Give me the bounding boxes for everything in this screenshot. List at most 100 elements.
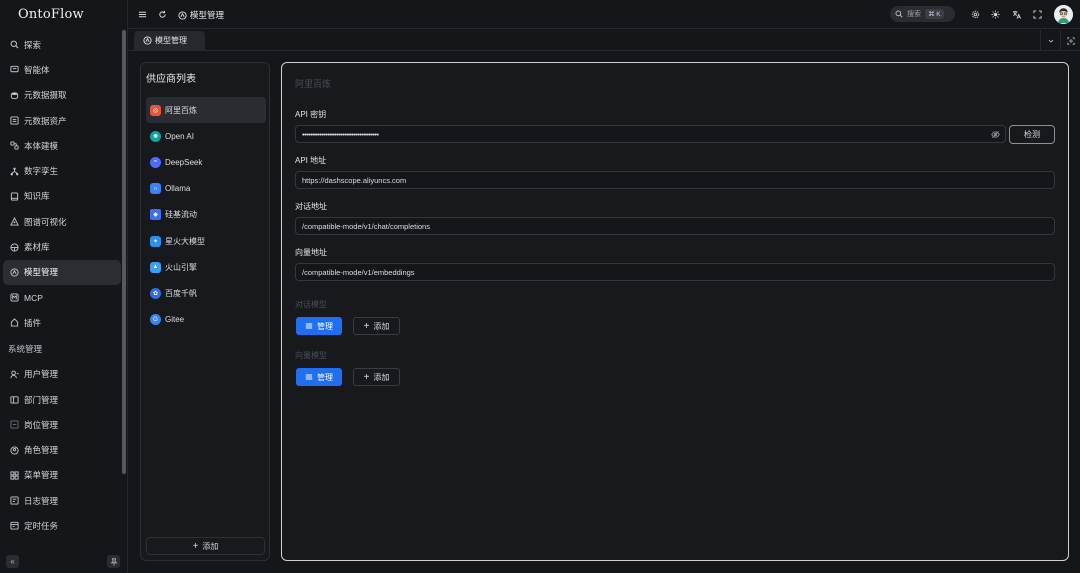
provider-item-openai[interactable]: ✺ Open AI xyxy=(146,123,266,149)
sidebar-item-label: 素材库 xyxy=(24,242,50,253)
fullscreen-button[interactable] xyxy=(1032,9,1042,19)
spark-icon: ✦ xyxy=(150,235,161,247)
sidebar-item-plugin[interactable]: 插件 xyxy=(3,310,121,335)
sidebar-item-departments[interactable]: 部门管理 xyxy=(3,387,121,412)
provider-item-siliconflow[interactable]: ◆ 硅基流动 xyxy=(146,202,266,228)
tab-dropdown-button[interactable] xyxy=(1040,30,1060,51)
post-icon xyxy=(9,420,19,430)
model-manage-icon xyxy=(143,36,152,45)
sidebar-item-ontology[interactable]: 本体建模 xyxy=(3,133,121,158)
ollama-icon: ∩ xyxy=(150,183,161,195)
sidebar-item-posts[interactable]: 岗位管理 xyxy=(3,412,121,437)
provider-item-volcengine[interactable]: ▲ 火山引擎 xyxy=(146,254,266,280)
add-embed-model-button[interactable]: + 添加 xyxy=(353,368,400,386)
provider-label: 阿里百炼 xyxy=(165,105,197,115)
tab-label: 模型管理 xyxy=(155,36,187,45)
tab-model-manage[interactable]: 模型管理 xyxy=(134,31,205,50)
app-brand: OntoFlow xyxy=(18,7,84,22)
mcp-icon xyxy=(9,293,19,303)
search-shortcut: ⌘ K xyxy=(925,9,944,19)
qianfan-icon: ✿ xyxy=(150,287,161,299)
language-button[interactable] xyxy=(1011,9,1021,19)
sidebar-item-label: MCP xyxy=(24,292,43,303)
log-icon xyxy=(9,496,19,506)
sidebar-item-label: 数字孪生 xyxy=(24,166,59,177)
add-provider-button[interactable]: + 添加 xyxy=(146,537,265,555)
check-button[interactable]: 检测 xyxy=(1009,125,1055,144)
chat-path-label: 对话地址 xyxy=(295,202,327,211)
settings-button[interactable] xyxy=(970,9,980,19)
sidebar-item-users[interactable]: 用户管理 xyxy=(3,362,121,387)
hamburger-icon xyxy=(138,11,146,17)
siliconflow-icon: ◆ xyxy=(150,209,161,221)
sidebar-item-metadata-assets[interactable]: 元数据资产 xyxy=(3,108,121,133)
sidebar-item-scheduled-tasks[interactable]: 定时任务 xyxy=(3,513,121,538)
manage-chat-models-button[interactable]: 管理 xyxy=(296,317,342,335)
sidebar-item-digital-twin[interactable]: 数字孪生 xyxy=(3,158,121,183)
gear-icon xyxy=(971,10,979,18)
list-icon xyxy=(9,116,19,126)
provider-list: ◎ 阿里百炼 ✺ Open AI ≈ DeepSeek ∩ Ollama ◆ 硅… xyxy=(146,97,266,333)
sidebar-item-label: 知识库 xyxy=(24,191,50,202)
sidebar-item-label: 角色管理 xyxy=(24,445,59,456)
sidebar-item-model-manage[interactable]: 模型管理 xyxy=(3,259,121,285)
sidebar-item-mcp[interactable]: MCP xyxy=(3,285,121,310)
collapse-sidebar-button[interactable]: « xyxy=(6,555,19,568)
provider-item-qianfan[interactable]: ✿ 百度千帆 xyxy=(146,280,266,306)
refresh-button[interactable] xyxy=(157,9,167,19)
breadcrumb[interactable]: 模型管理 xyxy=(178,9,224,21)
tab-bar: 模型管理 xyxy=(128,30,1080,51)
add-label: 添加 xyxy=(373,372,390,382)
embed-path-field[interactable]: /compatible-mode/v1/embeddings xyxy=(295,263,1055,281)
sidebar-item-materials[interactable]: 素材库 xyxy=(3,234,121,259)
book-icon xyxy=(9,191,19,201)
api-key-field[interactable]: •••••••••••••••••••••••••••••••••••• xyxy=(295,125,1006,143)
search-box[interactable]: 搜索 ⌘ K xyxy=(890,6,955,22)
provider-label: DeepSeek xyxy=(165,157,203,167)
sidebar-scrollbar[interactable] xyxy=(122,30,126,474)
add-chat-model-button[interactable]: + 添加 xyxy=(353,317,400,335)
sidebar-item-roles[interactable]: 角色管理 xyxy=(3,437,121,462)
sidebar-item-label: 菜单管理 xyxy=(24,470,59,481)
sidebar: OntoFlow 探索 智能体 元数据摄取 元数据资产 本体建模 数字孪生 知识… xyxy=(0,0,128,573)
provider-item-gitee[interactable]: G Gitee xyxy=(146,307,266,333)
provider-item-spark[interactable]: ✦ 星火大模型 xyxy=(146,228,266,254)
provider-item-aliyun-bailian[interactable]: ◎ 阿里百炼 xyxy=(146,97,266,124)
avatar[interactable] xyxy=(1054,5,1073,24)
layers-icon xyxy=(9,242,19,252)
search-placeholder: 搜索 xyxy=(907,11,921,18)
tab-maximize-button[interactable] xyxy=(1060,30,1080,51)
manage-label: 管理 xyxy=(317,321,333,331)
menu-toggle-button[interactable] xyxy=(137,9,147,19)
sidebar-item-label: 探索 xyxy=(24,39,42,50)
sidebar-item-knowledge[interactable]: 知识库 xyxy=(3,184,121,209)
pin-sidebar-button[interactable] xyxy=(107,555,120,568)
sidebar-item-menus[interactable]: 菜单管理 xyxy=(3,463,121,488)
user-icon xyxy=(9,369,19,379)
provider-item-ollama[interactable]: ∩ Ollama xyxy=(146,176,266,202)
theme-toggle-button[interactable] xyxy=(990,9,1000,19)
provider-label: 硅基流动 xyxy=(165,210,197,220)
volcengine-icon: ▲ xyxy=(150,261,161,273)
pin-icon xyxy=(110,557,117,566)
sidebar-item-agent[interactable]: 智能体 xyxy=(3,57,121,82)
provider-item-deepseek[interactable]: ≈ DeepSeek xyxy=(146,149,266,175)
manage-embed-models-button[interactable]: 管理 xyxy=(296,368,342,386)
sidebar-item-logs[interactable]: 日志管理 xyxy=(3,488,121,513)
chat-path-field[interactable]: /compatible-mode/v1/chat/completions xyxy=(295,217,1055,235)
plus-icon: + xyxy=(192,540,199,552)
eye-icon[interactable] xyxy=(991,130,1000,139)
model-icon xyxy=(9,141,19,151)
chevron-down-icon xyxy=(1048,39,1053,43)
sidebar-item-label: 元数据资产 xyxy=(24,115,67,126)
sidebar-item-metadata-ingest[interactable]: 元数据摄取 xyxy=(3,83,121,108)
sidebar-item-label: 岗位管理 xyxy=(24,419,59,430)
sidebar-item-graph[interactable]: 图谱可视化 xyxy=(3,209,121,234)
sidebar-item-explore[interactable]: 探索 xyxy=(3,32,121,57)
sidebar-item-label: 插件 xyxy=(24,317,42,328)
gitee-icon: G xyxy=(150,314,161,326)
api-key-label: API 密钥 xyxy=(295,110,327,119)
network-icon xyxy=(9,166,19,176)
api-url-field[interactable]: https://dashscope.aliyuncs.com xyxy=(295,171,1055,189)
topbar: 模型管理 搜索 ⌘ K xyxy=(128,0,1080,29)
